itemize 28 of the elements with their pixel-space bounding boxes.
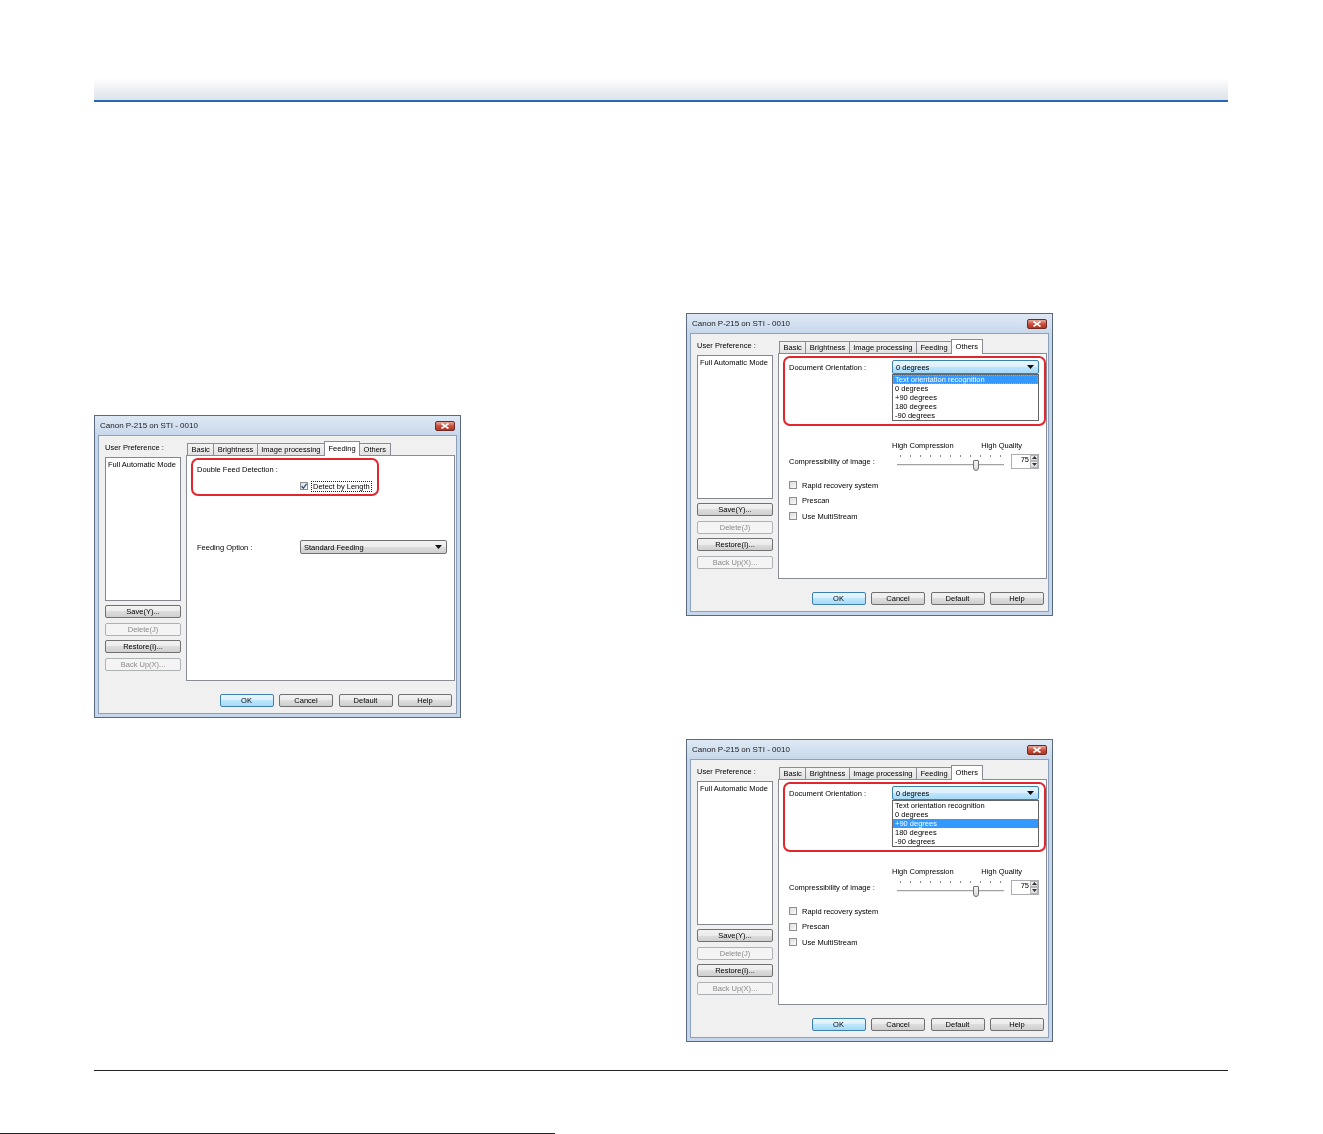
dialog-title: Canon P-215 on STI - 0010	[692, 319, 790, 328]
slider-track[interactable]	[897, 878, 1004, 896]
slider-thumb[interactable]	[972, 460, 979, 471]
close-icon	[1033, 320, 1041, 327]
checkbox[interactable]	[789, 922, 797, 931]
slider-thumb[interactable]	[972, 886, 979, 897]
caret-icon	[1027, 365, 1034, 369]
checkbox[interactable]	[789, 481, 797, 489]
dialog-title: Canon P-215 on STI - 0010	[692, 745, 790, 754]
close-button[interactable]	[1027, 744, 1047, 755]
close-button[interactable]	[1027, 318, 1047, 329]
checkbox[interactable]	[789, 496, 797, 505]
checkbox[interactable]	[789, 938, 797, 946]
arrow-down-icon	[1031, 462, 1037, 466]
checkbox[interactable]	[300, 482, 308, 490]
close-icon	[441, 422, 449, 429]
dialog-title: Canon P-215 on STI - 0010	[100, 421, 198, 430]
checkbox[interactable]	[789, 512, 797, 520]
close-icon	[1033, 746, 1041, 753]
caret-icon	[435, 545, 442, 549]
arrow-down-icon	[1031, 888, 1037, 892]
slider-track[interactable]	[897, 452, 1004, 470]
close-button[interactable]	[435, 420, 455, 431]
arrow-up-icon	[1031, 882, 1037, 886]
caret-icon	[1027, 791, 1034, 795]
check-icon	[301, 483, 307, 489]
arrow-up-icon	[1031, 456, 1037, 460]
checkbox[interactable]	[789, 907, 797, 915]
